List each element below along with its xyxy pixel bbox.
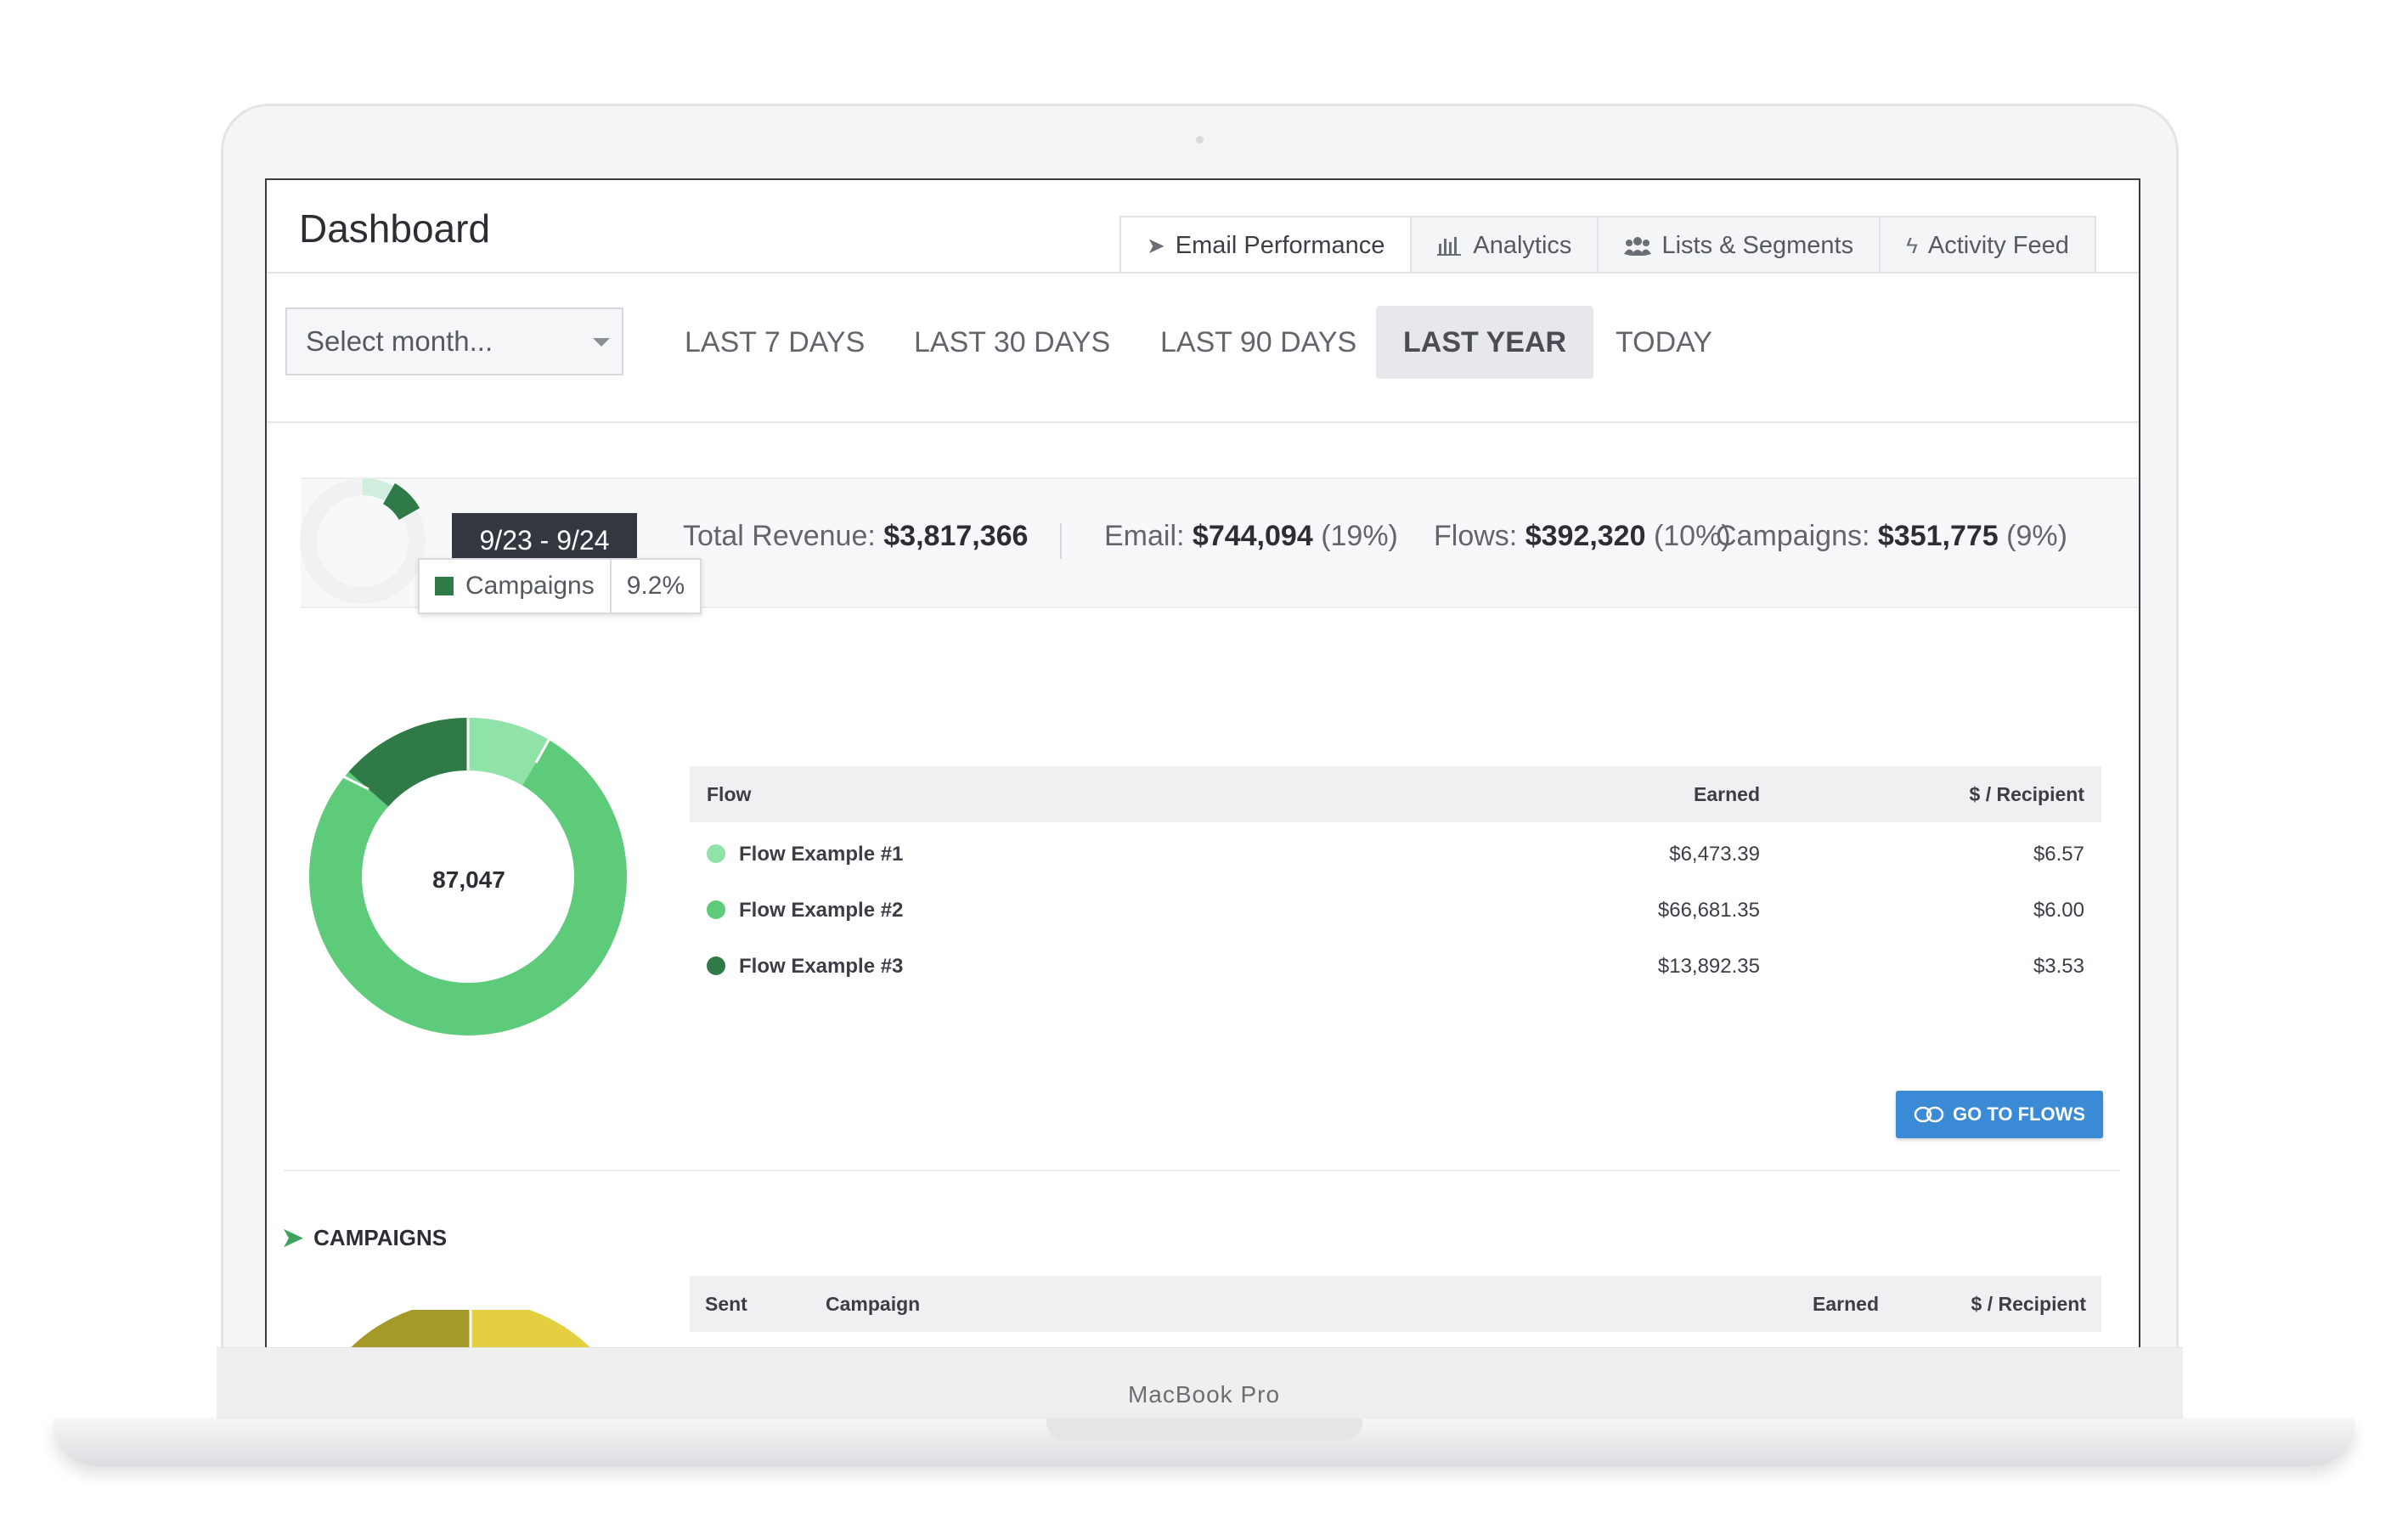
stat-value: $744,094 — [1192, 520, 1313, 552]
month-select[interactable]: Select month... — [285, 307, 623, 375]
paper-plane-icon: ➤ — [282, 1224, 304, 1252]
camera-icon — [1196, 136, 1204, 144]
tab-divider — [267, 272, 2139, 274]
range-last-year[interactable]: LAST YEAR — [1376, 306, 1594, 379]
column-flow: Flow — [707, 783, 752, 805]
range-last-7-days[interactable]: LAST 7 DAYS — [657, 306, 892, 379]
flow-name: Flow Example #2 — [739, 899, 904, 922]
campaigns-table-header: Sent Campaign Earned $ / Recipient — [690, 1276, 2101, 1332]
flow-name: Flow Example #1 — [739, 843, 904, 866]
flow-color-dot — [707, 956, 725, 975]
column-earned: Earned — [1694, 783, 1760, 805]
stat-label: Flows: — [1434, 520, 1518, 552]
tab-bar: ➤ Email Performance Analytics Lists & Se… — [1119, 216, 2096, 274]
tab-label: Analytics — [1473, 231, 1572, 259]
donut-center-value: 87,047 — [432, 866, 505, 893]
tab-email-performance[interactable]: ➤ Email Performance — [1119, 216, 1413, 274]
chart-tooltip: Campaigns 9.2% — [418, 558, 702, 614]
revenue-mini-donut[interactable] — [290, 469, 435, 613]
button-label: GO TO FLOWS — [1952, 1103, 2086, 1125]
range-today[interactable]: TODAY — [1588, 306, 1740, 379]
stat-flows: Flows: $392,320 (10%) — [1434, 520, 1731, 553]
donut-segment-flow-3 — [348, 718, 469, 808]
stat-value: $3,817,366 — [883, 520, 1029, 552]
section-title-text: CAMPAIGNS — [313, 1225, 448, 1250]
device-label: MacBook Pro — [1127, 1381, 1281, 1408]
tab-lists-segments[interactable]: Lists & Segments — [1597, 216, 1881, 274]
column-per-recipient: $ / Recipient — [1971, 1293, 2086, 1315]
flow-name: Flow Example #3 — [739, 955, 904, 978]
tab-label: Email Performance — [1175, 231, 1385, 259]
tooltip-value: 9.2% — [609, 560, 700, 612]
flow-per-recipient: $3.53 — [2033, 955, 2084, 978]
go-to-flows-button[interactable]: GO TO FLOWS — [1896, 1091, 2103, 1138]
flow-per-recipient: $6.57 — [2033, 843, 2084, 866]
column-per-recipient: $ / Recipient — [1969, 783, 2084, 805]
month-select-value: Select month... — [306, 325, 493, 357]
table-row[interactable]: Flow Example #3 $13,892.35 $3.53 — [690, 943, 2101, 994]
donut-segment-flow-1 — [467, 717, 550, 787]
laptop-notch — [1046, 1419, 1362, 1441]
tooltip-label: Campaigns — [465, 572, 595, 600]
bar-chart-icon — [1437, 237, 1462, 256]
caret-down-icon — [593, 338, 610, 347]
legend-swatch — [435, 577, 454, 595]
column-campaign: Campaign — [826, 1293, 921, 1315]
paper-plane-icon: ➤ — [1147, 232, 1165, 258]
tab-analytics[interactable]: Analytics — [1410, 216, 1599, 274]
flow-per-recipient: $6.00 — [2033, 899, 2084, 922]
section-divider — [284, 1170, 2120, 1171]
stat-campaigns: Campaigns: $351,775 (9%) — [1716, 520, 2067, 553]
flow-color-dot — [707, 844, 725, 863]
flows-loop-icon — [1914, 1106, 1944, 1123]
flow-color-dot — [707, 900, 725, 919]
tooltip-label-cell: Campaigns — [420, 560, 610, 612]
stat-label: Total Revenue: — [683, 520, 876, 552]
filter-divider — [267, 421, 2139, 423]
stat-label: Campaigns: — [1716, 520, 1870, 552]
stat-value: $392,320 — [1525, 520, 1646, 552]
stat-label: Email: — [1104, 520, 1185, 552]
screen: Dashboard ➤ Email Performance Analytics … — [265, 178, 2140, 1402]
stat-divider — [1060, 523, 1062, 559]
flow-earned: $6,473.39 — [1669, 843, 1760, 866]
page-title: Dashboard — [299, 206, 491, 251]
flow-earned: $66,681.35 — [1657, 899, 1760, 922]
range-last-30-days[interactable]: LAST 30 DAYS — [887, 306, 1137, 379]
users-icon — [1624, 237, 1652, 256]
stat-total-revenue: Total Revenue: $3,817,366 — [683, 520, 1028, 553]
flow-earned: $13,892.35 — [1657, 955, 1760, 978]
stat-value: $351,775 — [1877, 520, 1999, 552]
stat-percent: (19%) — [1321, 520, 1398, 552]
flows-table-header: Flow Earned $ / Recipient — [690, 766, 2101, 822]
table-row[interactable]: Flow Example #2 $66,681.35 $6.00 — [690, 887, 2101, 938]
table-row[interactable]: Flow Example #1 $6,473.39 $6.57 — [690, 831, 2101, 882]
tab-label: Lists & Segments — [1661, 231, 1854, 259]
bolt-icon: ϟ — [1906, 232, 1918, 258]
stat-email: Email: $744,094 (19%) — [1104, 520, 1398, 553]
campaigns-section-title: ➤ CAMPAIGNS — [282, 1223, 447, 1253]
tab-activity-feed[interactable]: ϟ Activity Feed — [1879, 216, 2096, 274]
column-earned: Earned — [1813, 1293, 1879, 1315]
stat-percent: (9%) — [2006, 520, 2067, 552]
range-last-90-days[interactable]: LAST 90 DAYS — [1133, 306, 1384, 379]
column-sent: Sent — [705, 1293, 747, 1315]
tab-label: Activity Feed — [1927, 231, 2069, 259]
